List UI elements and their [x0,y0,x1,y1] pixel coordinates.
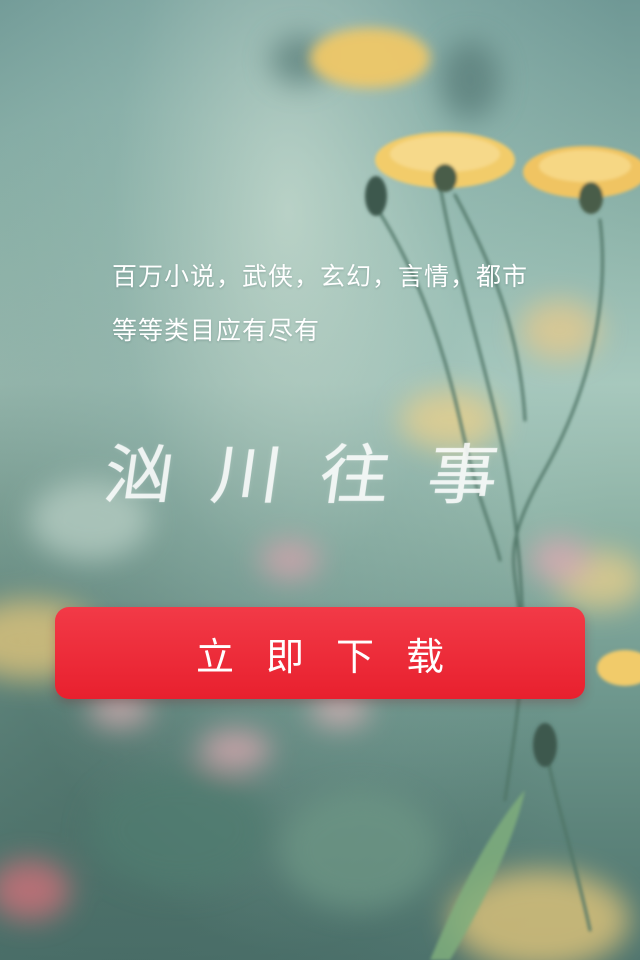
headline-line-1: 百万小说，武侠，玄幻，言情，都市 [112,262,529,291]
landing-page: 百万小说，武侠，玄幻，言情，都市 等等类目应有尽有 汹川往事 立即下载 [0,0,640,960]
headline-text: 百万小说，武侠，玄幻，言情，都市 等等类目应有尽有 [112,250,612,358]
calligraphy-title: 汹川往事 [98,437,542,513]
headline-line-2: 等等类目应有尽有 [112,316,321,345]
download-now-button[interactable]: 立即下载 [55,607,585,699]
